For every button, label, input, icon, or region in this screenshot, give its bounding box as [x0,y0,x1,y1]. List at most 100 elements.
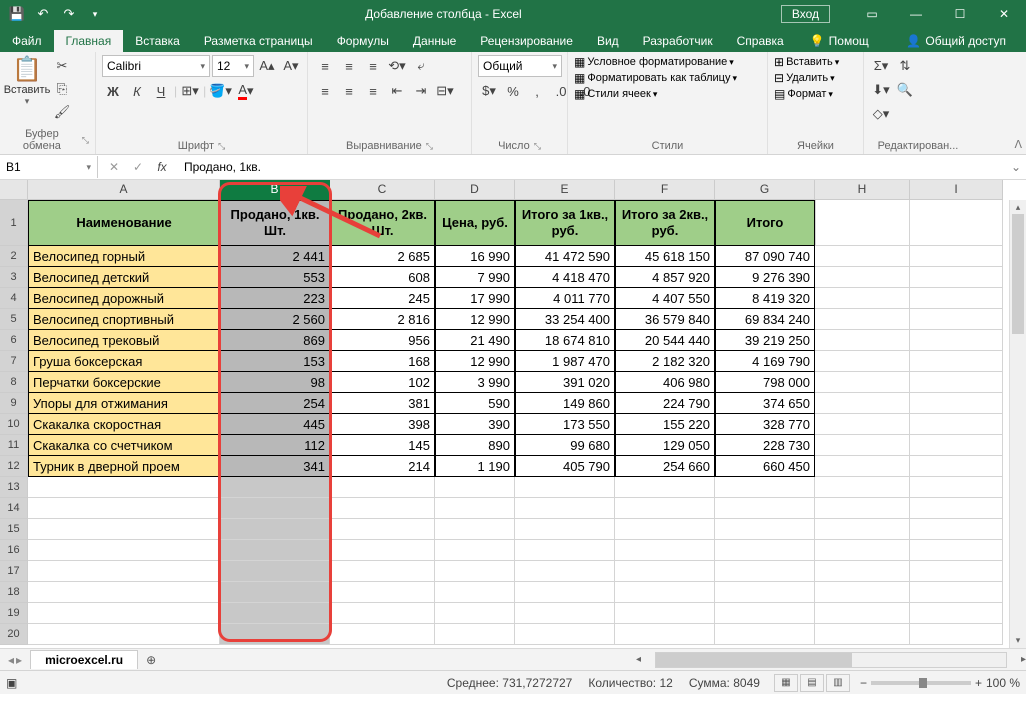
scrollbar-thumb[interactable] [1012,214,1024,334]
comma-icon[interactable]: , [526,80,548,102]
tab-данные[interactable]: Данные [401,30,468,52]
sheet-tab[interactable]: microexcel.ru [30,650,138,669]
data-cell[interactable]: 18 674 810 [515,330,615,351]
cell[interactable] [515,540,615,561]
name-cell[interactable]: Велосипед трековый [28,330,220,351]
cell[interactable] [28,561,220,582]
sort-filter-icon[interactable]: ⇅ [894,55,916,77]
fill-color-icon[interactable]: 🪣▾ [208,80,233,102]
data-cell[interactable]: 8 419 320 [715,288,815,309]
tab-главная[interactable]: Главная [54,30,124,52]
cell[interactable] [615,498,715,519]
cell[interactable] [910,288,1003,309]
format-as-table-button[interactable]: ▦Форматировать как таблицу▾ [574,71,737,85]
data-cell[interactable]: 12 990 [435,351,515,372]
cell[interactable] [220,624,330,645]
name-cell[interactable]: Скакалка скоростная [28,414,220,435]
collapse-ribbon-icon[interactable]: ᐱ [1014,138,1022,151]
align-middle-icon[interactable]: ≡ [338,55,360,77]
cell[interactable] [28,519,220,540]
zoom-slider[interactable] [871,681,971,685]
tab-файл[interactable]: Файл [0,30,54,52]
column-header[interactable]: D [435,180,515,200]
data-cell[interactable]: 2 441 [220,246,330,267]
cell[interactable] [910,435,1003,456]
data-cell[interactable]: 9 276 390 [715,267,815,288]
cell[interactable] [815,519,910,540]
header-cell[interactable]: Итого за 2кв., руб. [615,200,715,246]
autosum-icon[interactable]: Σ▾ [870,55,892,77]
column-header[interactable]: C [330,180,435,200]
data-cell[interactable]: 129 050 [615,435,715,456]
data-cell[interactable]: 869 [220,330,330,351]
number-format-combo[interactable]: Общий▾ [478,55,562,77]
data-cell[interactable]: 168 [330,351,435,372]
data-cell[interactable]: 608 [330,267,435,288]
data-cell[interactable]: 1 190 [435,456,515,477]
cell[interactable] [515,582,615,603]
merge-icon[interactable]: ⊟▾ [434,80,456,102]
align-right-icon[interactable]: ≡ [362,80,384,102]
data-cell[interactable]: 36 579 840 [615,309,715,330]
data-cell[interactable]: 224 790 [615,393,715,414]
name-cell[interactable]: Турник в дверной проем [28,456,220,477]
cell[interactable] [220,477,330,498]
conditional-formatting-button[interactable]: ▦Условное форматирование▾ [574,55,734,69]
cell[interactable] [815,498,910,519]
bold-button[interactable]: Ж [102,80,124,102]
cell[interactable] [220,561,330,582]
tab-справка[interactable]: Справка [725,30,796,52]
data-cell[interactable]: 17 990 [435,288,515,309]
font-color-icon[interactable]: A▾ [235,80,257,102]
data-cell[interactable]: 214 [330,456,435,477]
cell[interactable] [815,246,910,267]
cell[interactable] [220,603,330,624]
row-header[interactable]: 16 [0,540,28,561]
page-break-view-icon[interactable]: ▥ [826,674,850,692]
row-header[interactable]: 17 [0,561,28,582]
qat-customize-icon[interactable]: ▾ [84,3,106,25]
currency-icon[interactable]: $▾ [478,80,500,102]
row-header[interactable]: 13 [0,477,28,498]
cell[interactable] [715,624,815,645]
tab-вид[interactable]: Вид [585,30,631,52]
data-cell[interactable]: 45 618 150 [615,246,715,267]
column-header[interactable]: G [715,180,815,200]
row-header[interactable]: 10 [0,414,28,435]
decrease-font-icon[interactable]: A▾ [280,55,302,77]
cell[interactable] [910,372,1003,393]
format-cells-button[interactable]: ▤Формат▾ [774,87,833,101]
record-macro-icon[interactable]: ▣ [6,676,17,690]
cut-icon[interactable]: ✂ [51,55,73,77]
format-painter-icon[interactable]: 🖌 [51,101,73,123]
data-cell[interactable]: 149 860 [515,393,615,414]
cell[interactable] [330,519,435,540]
border-icon[interactable]: ⊞▾ [179,80,201,102]
data-cell[interactable]: 228 730 [715,435,815,456]
data-cell[interactable]: 16 990 [435,246,515,267]
data-cell[interactable]: 4 011 770 [515,288,615,309]
tab-вставка[interactable]: Вставка [123,30,192,52]
tell-me-button[interactable]: 💡Помощ [802,30,877,52]
cell[interactable] [615,477,715,498]
paste-button[interactable]: 📋 Вставить ▾ [6,55,48,107]
cell[interactable] [910,624,1003,645]
dialog-launcher-icon[interactable]: ⤡ [534,141,541,152]
cell[interactable] [615,540,715,561]
cell[interactable] [815,372,910,393]
sheet-nav-next-icon[interactable]: ▸ [16,653,22,667]
cell[interactable] [28,477,220,498]
row-header[interactable]: 3 [0,267,28,288]
name-cell[interactable]: Велосипед детский [28,267,220,288]
align-bottom-icon[interactable]: ≡ [362,55,384,77]
cell[interactable] [615,519,715,540]
data-cell[interactable]: 398 [330,414,435,435]
data-cell[interactable]: 660 450 [715,456,815,477]
name-cell[interactable]: Упоры для отжимания [28,393,220,414]
cell[interactable] [815,540,910,561]
column-header[interactable]: E [515,180,615,200]
cell[interactable] [815,393,910,414]
delete-cells-button[interactable]: ⊟Удалить▾ [774,71,835,85]
sign-in-button[interactable]: Вход [781,5,830,23]
cell[interactable] [910,414,1003,435]
